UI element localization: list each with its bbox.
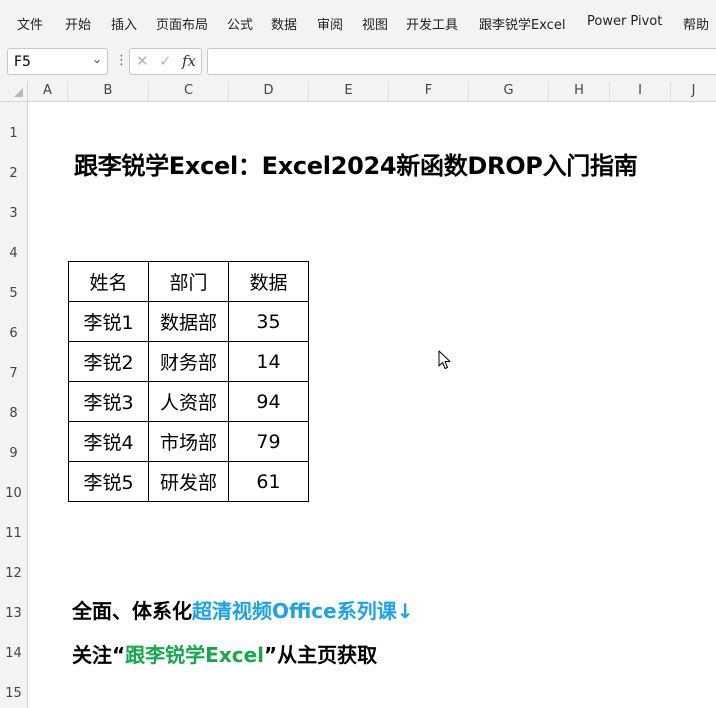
tab-data[interactable]: 数据 (271, 14, 297, 33)
tab-developer[interactable]: 开发工具 (406, 14, 458, 33)
enter-icon[interactable]: ✓ (159, 52, 172, 70)
tab-custom-excel[interactable]: 跟李锐学Excel (479, 14, 565, 33)
table-cell[interactable]: 79 (228, 421, 309, 462)
sheet-title: 跟李锐学Excel：Excel2024新函数DROP入门指南 (74, 152, 638, 180)
tab-file[interactable]: 文件 (17, 14, 43, 33)
row-header-14[interactable]: 14 (0, 646, 27, 686)
row-header-5[interactable]: 5 (0, 286, 27, 326)
table-cell[interactable]: 61 (228, 461, 309, 502)
name-box-value: F5 (14, 54, 31, 70)
table-cell[interactable]: 财务部 (148, 341, 229, 382)
table-cell[interactable]: 14 (228, 341, 309, 382)
column-header-f[interactable]: F (389, 81, 469, 101)
table-header-row: 姓名 部门 数据 (68, 261, 309, 302)
row-header-bar: 1 2 3 4 5 6 7 8 9 10 11 12 13 14 15 (0, 102, 28, 708)
formula-bar: F5 ⌄ ⋮ ✕ ✓ fx (0, 44, 716, 81)
promo-highlight-blue: 超清视频Office系列课↓ (192, 599, 414, 623)
tab-power-pivot[interactable]: Power Pivot (587, 14, 662, 29)
tab-page-layout[interactable]: 页面布局 (156, 14, 208, 33)
column-header-e[interactable]: E (309, 81, 389, 101)
worksheet-grid[interactable]: 跟李锐学Excel：Excel2024新函数DROP入门指南 姓名 部门 数据 … (28, 102, 716, 708)
column-header-i[interactable]: I (610, 81, 671, 101)
tab-help[interactable]: 帮助 (683, 14, 709, 33)
promo-text: 全面、体系化 (72, 599, 192, 623)
formula-buttons: ✕ ✓ fx (129, 48, 202, 75)
row-header-11[interactable]: 11 (0, 526, 27, 566)
row-header-12[interactable]: 12 (0, 566, 27, 606)
tab-review[interactable]: 审阅 (317, 14, 343, 33)
select-all-icon (14, 88, 23, 97)
table-header-cell[interactable]: 部门 (148, 261, 229, 302)
more-options-icon[interactable]: ⋮ (115, 53, 128, 68)
table-row: 李锐3 人资部 94 (68, 381, 309, 422)
row-header-1[interactable]: 1 (0, 126, 27, 166)
promo-text: ”从主页获取 (264, 643, 378, 667)
tab-formulas[interactable]: 公式 (227, 14, 253, 33)
table-cell[interactable]: 李锐5 (68, 461, 149, 502)
mouse-pointer-icon (438, 350, 451, 369)
column-header-g[interactable]: G (469, 81, 549, 101)
table-cell[interactable]: 35 (228, 301, 309, 342)
table-cell[interactable]: 李锐3 (68, 381, 149, 422)
name-box[interactable]: F5 ⌄ (7, 48, 108, 75)
row-header-4[interactable]: 4 (0, 246, 27, 286)
column-header-j[interactable]: J (671, 81, 716, 101)
table-row: 李锐2 财务部 14 (68, 341, 309, 382)
row-header-10[interactable]: 10 (0, 486, 27, 526)
table-cell[interactable]: 研发部 (148, 461, 229, 502)
ribbon-tab-bar: 文件 开始 插入 页面布局 公式 数据 审阅 视图 开发工具 跟李锐学Excel… (0, 0, 716, 44)
column-header-d[interactable]: D (229, 81, 309, 101)
table-cell[interactable]: 李锐4 (68, 421, 149, 462)
chevron-down-icon[interactable]: ⌄ (92, 52, 102, 66)
column-header-b[interactable]: B (68, 81, 149, 101)
column-header-c[interactable]: C (149, 81, 229, 101)
table-header-cell[interactable]: 姓名 (68, 261, 149, 302)
table-cell[interactable]: 94 (228, 381, 309, 422)
column-header-bar: A B C D E F G H I J (0, 81, 716, 102)
column-header-h[interactable]: H (549, 81, 610, 101)
column-header-a[interactable]: A (28, 81, 68, 101)
formula-input[interactable] (207, 48, 716, 75)
row-header-13[interactable]: 13 (0, 606, 27, 646)
table-cell[interactable]: 李锐2 (68, 341, 149, 382)
data-table: 姓名 部门 数据 李锐1 数据部 35 李锐2 财务部 14 李锐3 人资部 9… (68, 261, 309, 502)
table-header-cell[interactable]: 数据 (228, 261, 309, 302)
row-header-8[interactable]: 8 (0, 406, 27, 446)
promo-line-course: 全面、体系化超清视频Office系列课↓ (72, 595, 413, 624)
promo-highlight-green: 跟李锐学Excel (125, 643, 264, 667)
table-cell[interactable]: 人资部 (148, 381, 229, 422)
cancel-icon[interactable]: ✕ (136, 52, 149, 70)
row-header-3[interactable]: 3 (0, 206, 27, 246)
promo-text: 关注“ (72, 643, 126, 667)
tab-insert[interactable]: 插入 (111, 14, 137, 33)
table-cell[interactable]: 市场部 (148, 421, 229, 462)
tab-view[interactable]: 视图 (362, 14, 388, 33)
row-header-9[interactable]: 9 (0, 446, 27, 486)
table-cell[interactable]: 李锐1 (68, 301, 149, 342)
table-row: 李锐4 市场部 79 (68, 421, 309, 462)
row-header-6[interactable]: 6 (0, 326, 27, 366)
row-header-15[interactable]: 15 (0, 686, 27, 708)
row-header-7[interactable]: 7 (0, 366, 27, 406)
fx-icon[interactable]: fx (182, 52, 196, 70)
table-cell[interactable]: 数据部 (148, 301, 229, 342)
select-all-button[interactable] (0, 81, 28, 101)
row-header-2[interactable]: 2 (0, 166, 27, 206)
table-row: 李锐5 研发部 61 (68, 461, 309, 502)
tab-home[interactable]: 开始 (65, 14, 91, 33)
table-row: 李锐1 数据部 35 (68, 301, 309, 342)
promo-line-follow: 关注“跟李锐学Excel”从主页获取 (72, 639, 377, 668)
